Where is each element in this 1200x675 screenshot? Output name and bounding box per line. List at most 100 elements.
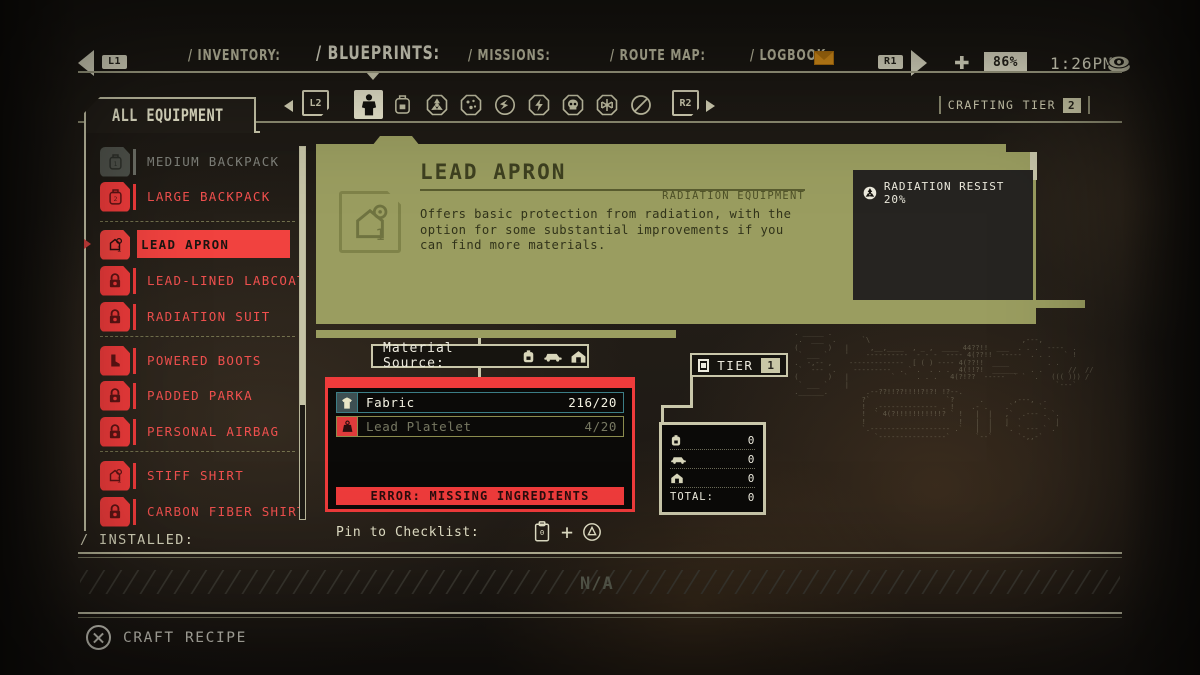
- shirt-icon: [336, 392, 357, 413]
- plus-icon: ✚: [954, 46, 970, 76]
- stat-label: RADIATION RESIST 20%: [883, 180, 1005, 206]
- backpack-1-icon: 1: [100, 146, 130, 177]
- shirt-1-icon: 1: [100, 460, 130, 491]
- prev-category-arrow[interactable]: [284, 100, 293, 112]
- square-dot-icon: [698, 358, 710, 372]
- ingredient-name: Fabric: [366, 395, 415, 410]
- totals-value: 0: [747, 471, 755, 485]
- category-tab-backpack[interactable]: [388, 90, 417, 119]
- crafting-tier-indicator: CRAFTING TIER 2: [938, 96, 1090, 114]
- tab-route-map[interactable]: / ROUTE MAP:: [610, 46, 706, 64]
- list-item-label: CARBON FIBER SHIRT: [147, 504, 306, 519]
- craft-recipe-button[interactable]: CRAFT RECIPE: [86, 625, 247, 650]
- list-item[interactable]: PADDED PARKA: [100, 379, 295, 412]
- item-stats-box: RADIATION RESIST 20%: [853, 170, 1033, 300]
- crafting-tier-divider-right: [1088, 96, 1090, 114]
- battery-percent: 86%: [984, 52, 1027, 73]
- lock-icon: [100, 301, 130, 332]
- game-screen: L1 / INVENTORY: / BLUEPRINTS: / MISSIONS…: [0, 0, 1200, 675]
- list-item-bar: [133, 418, 136, 445]
- category-tab-cold[interactable]: [592, 90, 621, 119]
- crafting-tier-divider-left: [938, 96, 941, 114]
- home-icon: [671, 473, 683, 484]
- list-item[interactable]: CARBON FIBER SHIRT: [100, 495, 305, 528]
- triangle-button-icon[interactable]: [582, 522, 602, 542]
- next-category-arrow[interactable]: [706, 100, 715, 112]
- envelope-icon: [814, 51, 834, 65]
- list-item[interactable]: LEAD-LINED LABCOAT: [100, 264, 305, 297]
- lock-icon: [100, 380, 130, 411]
- list-item[interactable]: PERSONAL AIRBAG: [100, 415, 295, 448]
- panel-step-right: [985, 300, 1085, 308]
- totals-row: 0: [670, 450, 755, 468]
- top-nav-bar: L1 / INVENTORY: / BLUEPRINTS: / MISSIONS…: [78, 40, 1130, 88]
- list-item-bar: [133, 382, 136, 409]
- list-divider: [100, 221, 295, 222]
- ingredient-row[interactable]: Fabric 216/20: [336, 392, 624, 413]
- list-divider: [100, 336, 295, 337]
- boot-icon: [100, 345, 130, 376]
- plus-icon: +: [561, 520, 574, 544]
- pin-to-checklist-controls[interactable]: 0 +: [533, 521, 602, 543]
- schematic-decoration: . _____ . . ___ . `\ ,---, ( ) | ,__,___…: [794, 329, 1094, 441]
- list-item[interactable]: 1 MEDIUM BACKPACK: [100, 145, 295, 178]
- totals-panel: 0 0 0 TOTAL: 0: [659, 422, 766, 515]
- category-tab-electric[interactable]: [524, 90, 553, 119]
- category-tab-impact[interactable]: [490, 90, 519, 119]
- material-source-icons: [521, 349, 587, 364]
- category-tab-body-suit[interactable]: [354, 90, 383, 119]
- impact-icon: [494, 94, 515, 115]
- biohazard-icon: [460, 94, 481, 115]
- electric-icon: [528, 94, 549, 115]
- backpack-icon: [671, 434, 681, 446]
- tier-box[interactable]: TIER 1: [690, 353, 788, 377]
- panel-lower-ledge: [316, 330, 676, 338]
- pin-to-checklist-label: Pin to Checklist:: [336, 525, 480, 540]
- list-item-bar: [133, 498, 136, 525]
- svg-text:2: 2: [113, 195, 117, 203]
- material-source-box[interactable]: Material Source:: [371, 341, 589, 371]
- tier-connector-h: [661, 405, 693, 408]
- backpack-2-icon: 2: [100, 181, 130, 212]
- svg-text:1: 1: [113, 160, 117, 168]
- list-item[interactable]: 1 STIFF SHIRT: [100, 459, 295, 492]
- close-icon: [86, 625, 111, 650]
- totals-grand-value: 0: [747, 490, 755, 504]
- tab-inventory[interactable]: / INVENTORY:: [188, 46, 281, 64]
- crafting-tier-value: 2: [1062, 97, 1081, 113]
- lock-icon: [100, 416, 130, 447]
- lock-icon: [100, 496, 130, 527]
- topbar-underline: [78, 71, 1122, 73]
- tab-missions[interactable]: / MISSIONS:: [468, 46, 551, 64]
- list-item-label: LEAD-LINED LABCOAT: [147, 273, 306, 288]
- list-item-selected[interactable]: 1 LEAD APRON: [100, 228, 295, 261]
- list-item-label: RADIATION SUIT: [147, 309, 271, 324]
- clipboard-icon[interactable]: 0: [533, 521, 552, 543]
- recipe-panel-header: [325, 377, 635, 388]
- l1-bumper-hint: L1: [102, 55, 128, 69]
- category-tab-biohazard[interactable]: [456, 90, 485, 119]
- category-tab-radiation[interactable]: [422, 90, 451, 119]
- sidebar-scrollbar-thumb[interactable]: [300, 147, 305, 405]
- radiation-icon: [863, 186, 877, 200]
- apron-1-icon: 1: [100, 229, 130, 260]
- page-title: LEAD APRON: [420, 160, 567, 184]
- r1-bumper-hint: R1: [878, 55, 904, 69]
- list-item-label: LARGE BACKPACK: [147, 189, 271, 204]
- list-item-bar: [133, 183, 136, 210]
- list-item-bar: [133, 267, 136, 294]
- weight-icon: [336, 416, 357, 437]
- ingredient-body: Lead Platelet 4/20: [357, 416, 624, 437]
- equipment-list[interactable]: 1 MEDIUM BACKPACK 2 LARGE BACKPACK 1 LEA…: [84, 145, 305, 527]
- tab-blueprints[interactable]: / BLUEPRINTS:: [316, 42, 440, 64]
- footer-rule-secondary: [78, 617, 1122, 618]
- totals-row: 0: [670, 431, 755, 449]
- list-item-bar: [133, 148, 136, 175]
- list-item-label: STIFF SHIRT: [147, 468, 245, 483]
- list-item[interactable]: 2 LARGE BACKPACK: [100, 180, 295, 213]
- list-item[interactable]: RADIATION SUIT: [100, 300, 295, 333]
- category-tab-none[interactable]: [626, 90, 655, 119]
- category-tab-toxic-skull[interactable]: [558, 90, 587, 119]
- list-item[interactable]: POWERED BOOTS: [100, 344, 295, 377]
- ingredient-row[interactable]: Lead Platelet 4/20: [336, 416, 624, 437]
